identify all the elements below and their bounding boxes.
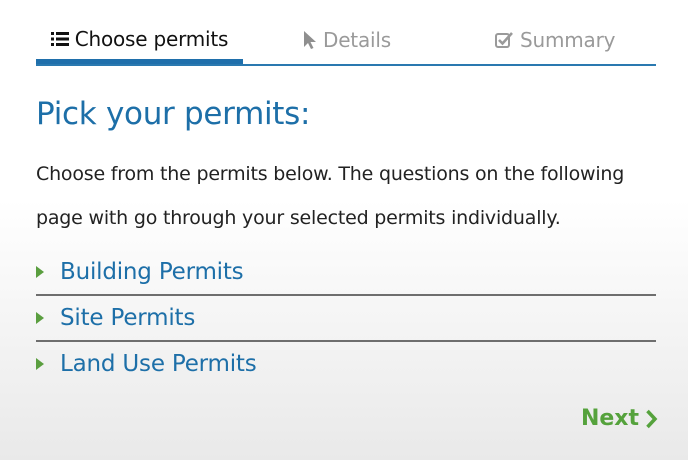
tab-label: Summary <box>520 28 616 52</box>
permit-item-site[interactable]: Site Permits <box>36 296 656 342</box>
caret-right-icon <box>36 312 44 324</box>
permit-label: Site Permits <box>60 305 196 331</box>
permit-item-land-use[interactable]: Land Use Permits <box>36 342 656 386</box>
checkbox-icon <box>495 31 514 49</box>
tab-summary[interactable]: Summary <box>495 16 615 64</box>
caret-right-icon <box>36 266 44 278</box>
list-icon <box>50 31 69 47</box>
permit-list: Building Permits Site Permits Land Use P… <box>36 250 656 386</box>
tab-label: Details <box>323 28 391 52</box>
intro-text: Choose from the permits below. The quest… <box>36 163 625 229</box>
next-label: Next <box>580 406 639 431</box>
chevron-right-icon <box>645 409 658 429</box>
next-button[interactable]: Next <box>581 406 658 431</box>
permit-label: Land Use Permits <box>60 351 257 377</box>
tab-choose-permits[interactable]: Choose permits <box>36 16 243 64</box>
tab-label: Choose permits <box>74 27 229 51</box>
tab-details[interactable]: Details <box>303 16 391 64</box>
wizard-tabs: Choose permits Details Summary <box>36 16 656 66</box>
caret-right-icon <box>36 358 44 370</box>
cursor-icon <box>303 30 317 50</box>
page-title: Pick your permits: <box>36 96 311 132</box>
permit-item-building[interactable]: Building Permits <box>36 250 656 296</box>
permit-label: Building Permits <box>60 259 244 285</box>
